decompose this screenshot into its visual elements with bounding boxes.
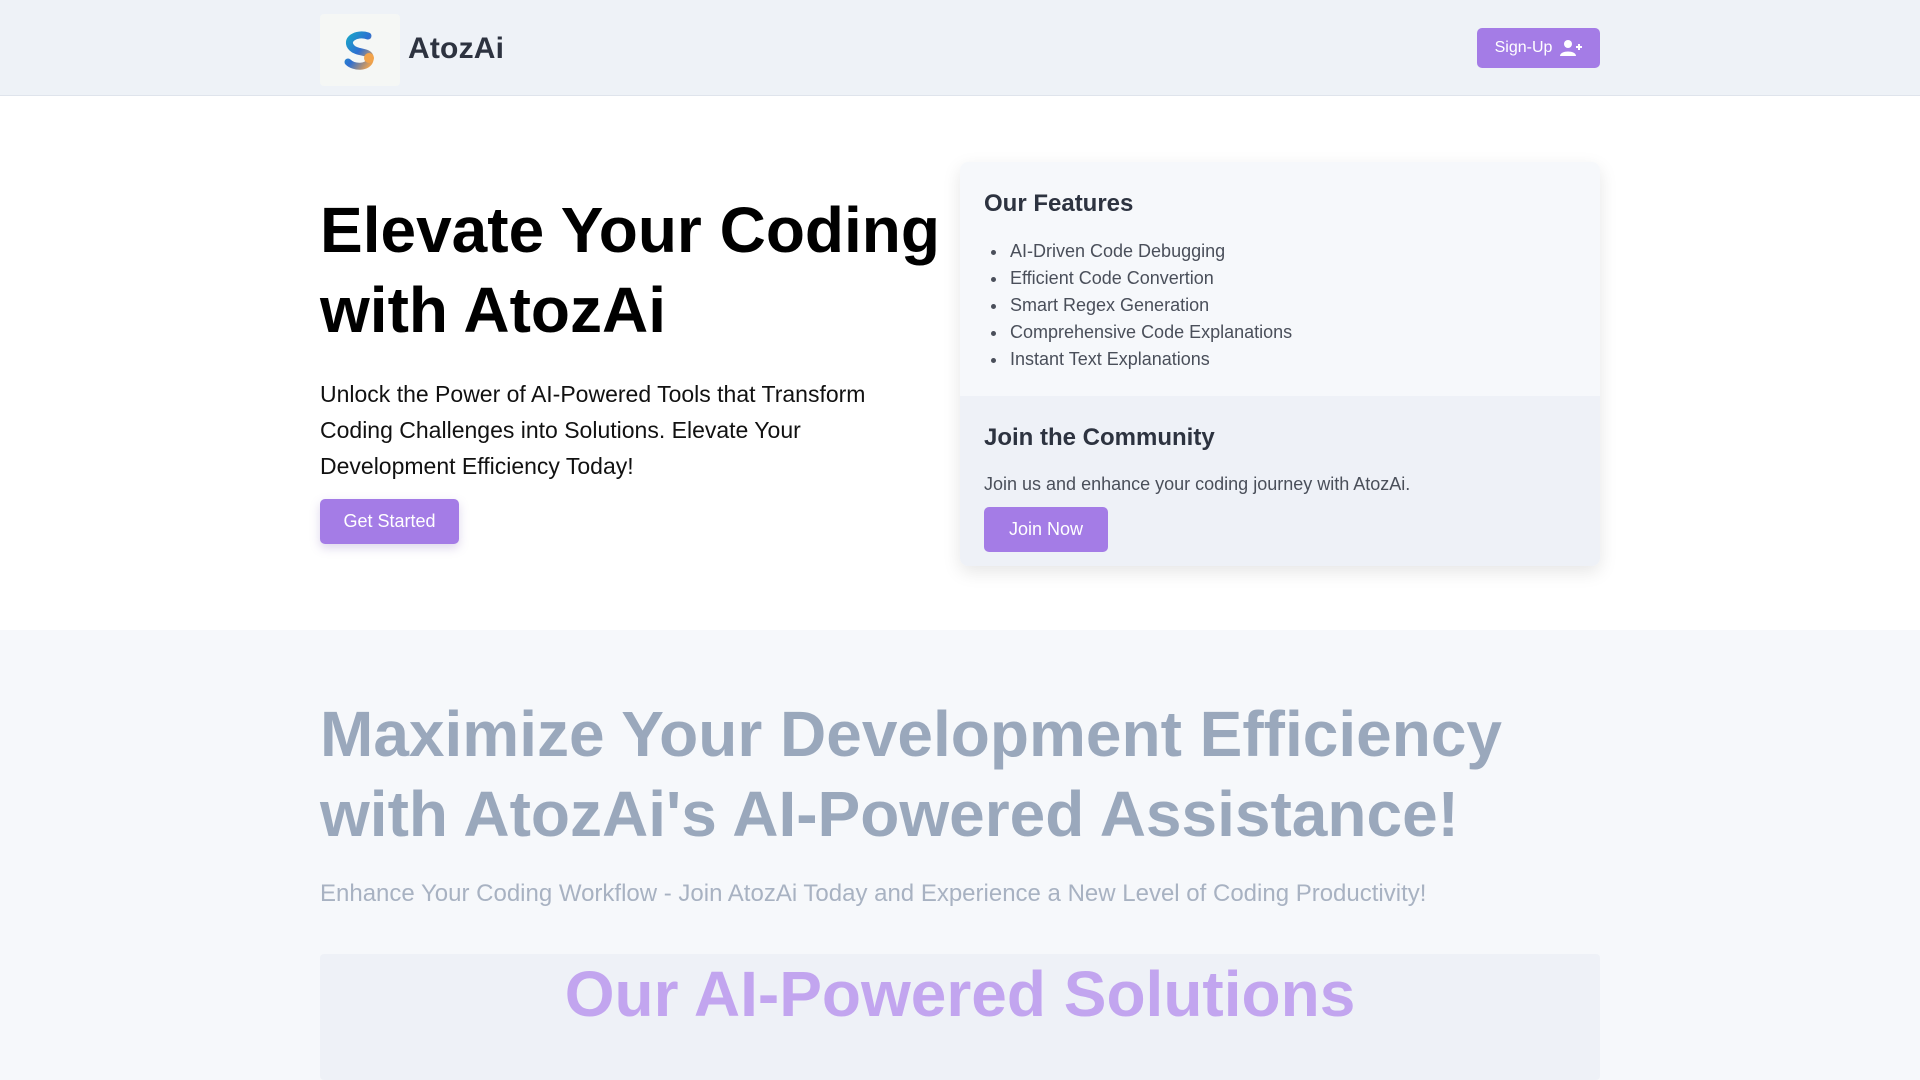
community-title: Join the Community [984, 424, 1215, 451]
signup-label: Sign-Up [1494, 39, 1553, 56]
efficiency-title: Maximize Your Development Efficiency wit… [320, 698, 1502, 850]
join-now-button[interactable]: Join Now [984, 507, 1108, 552]
efficiency-section: Maximize Your Development Efficiency wit… [0, 630, 1920, 1080]
feature-item: Smart Regex Generation [1008, 292, 1292, 319]
community-text: Join us and enhance your coding journey … [984, 474, 1411, 494]
features-list: AI-Driven Code Debugging Efficient Code … [1008, 238, 1292, 373]
community-panel: Join the Community Join us and enhance y… [960, 396, 1600, 566]
feature-item: Instant Text Explanations [1008, 346, 1292, 373]
feature-item: AI-Driven Code Debugging [1008, 238, 1292, 265]
feature-item: Comprehensive Code Explanations [1008, 319, 1292, 346]
features-panel: Our Features AI-Driven Code Debugging Ef… [960, 162, 1600, 396]
user-plus-icon [1560, 40, 1583, 56]
hero-subtitle: Unlock the Power of AI-Powered Tools tha… [320, 381, 866, 479]
feature-item: Efficient Code Convertion [1008, 265, 1292, 292]
solutions-title: Our AI-Powered Solutions [564, 958, 1356, 1030]
brand-logo[interactable] [320, 14, 400, 86]
features-card: Our Features AI-Driven Code Debugging Ef… [960, 162, 1600, 566]
brand-name[interactable]: AtozAi [408, 32, 504, 66]
get-started-button[interactable]: Get Started [320, 499, 459, 544]
logo-icon [344, 31, 374, 70]
hero-title: Elevate Your Coding with AtozAi [320, 194, 940, 346]
top-navbar: AtozAi Sign-Up [0, 0, 1920, 96]
features-title: Our Features [984, 190, 1134, 217]
solutions-section: Our AI-Powered Solutions [320, 954, 1600, 1080]
efficiency-subtitle: Enhance Your Coding Workflow - Join Atoz… [320, 880, 1427, 907]
signup-button[interactable]: Sign-Up [1477, 28, 1600, 68]
